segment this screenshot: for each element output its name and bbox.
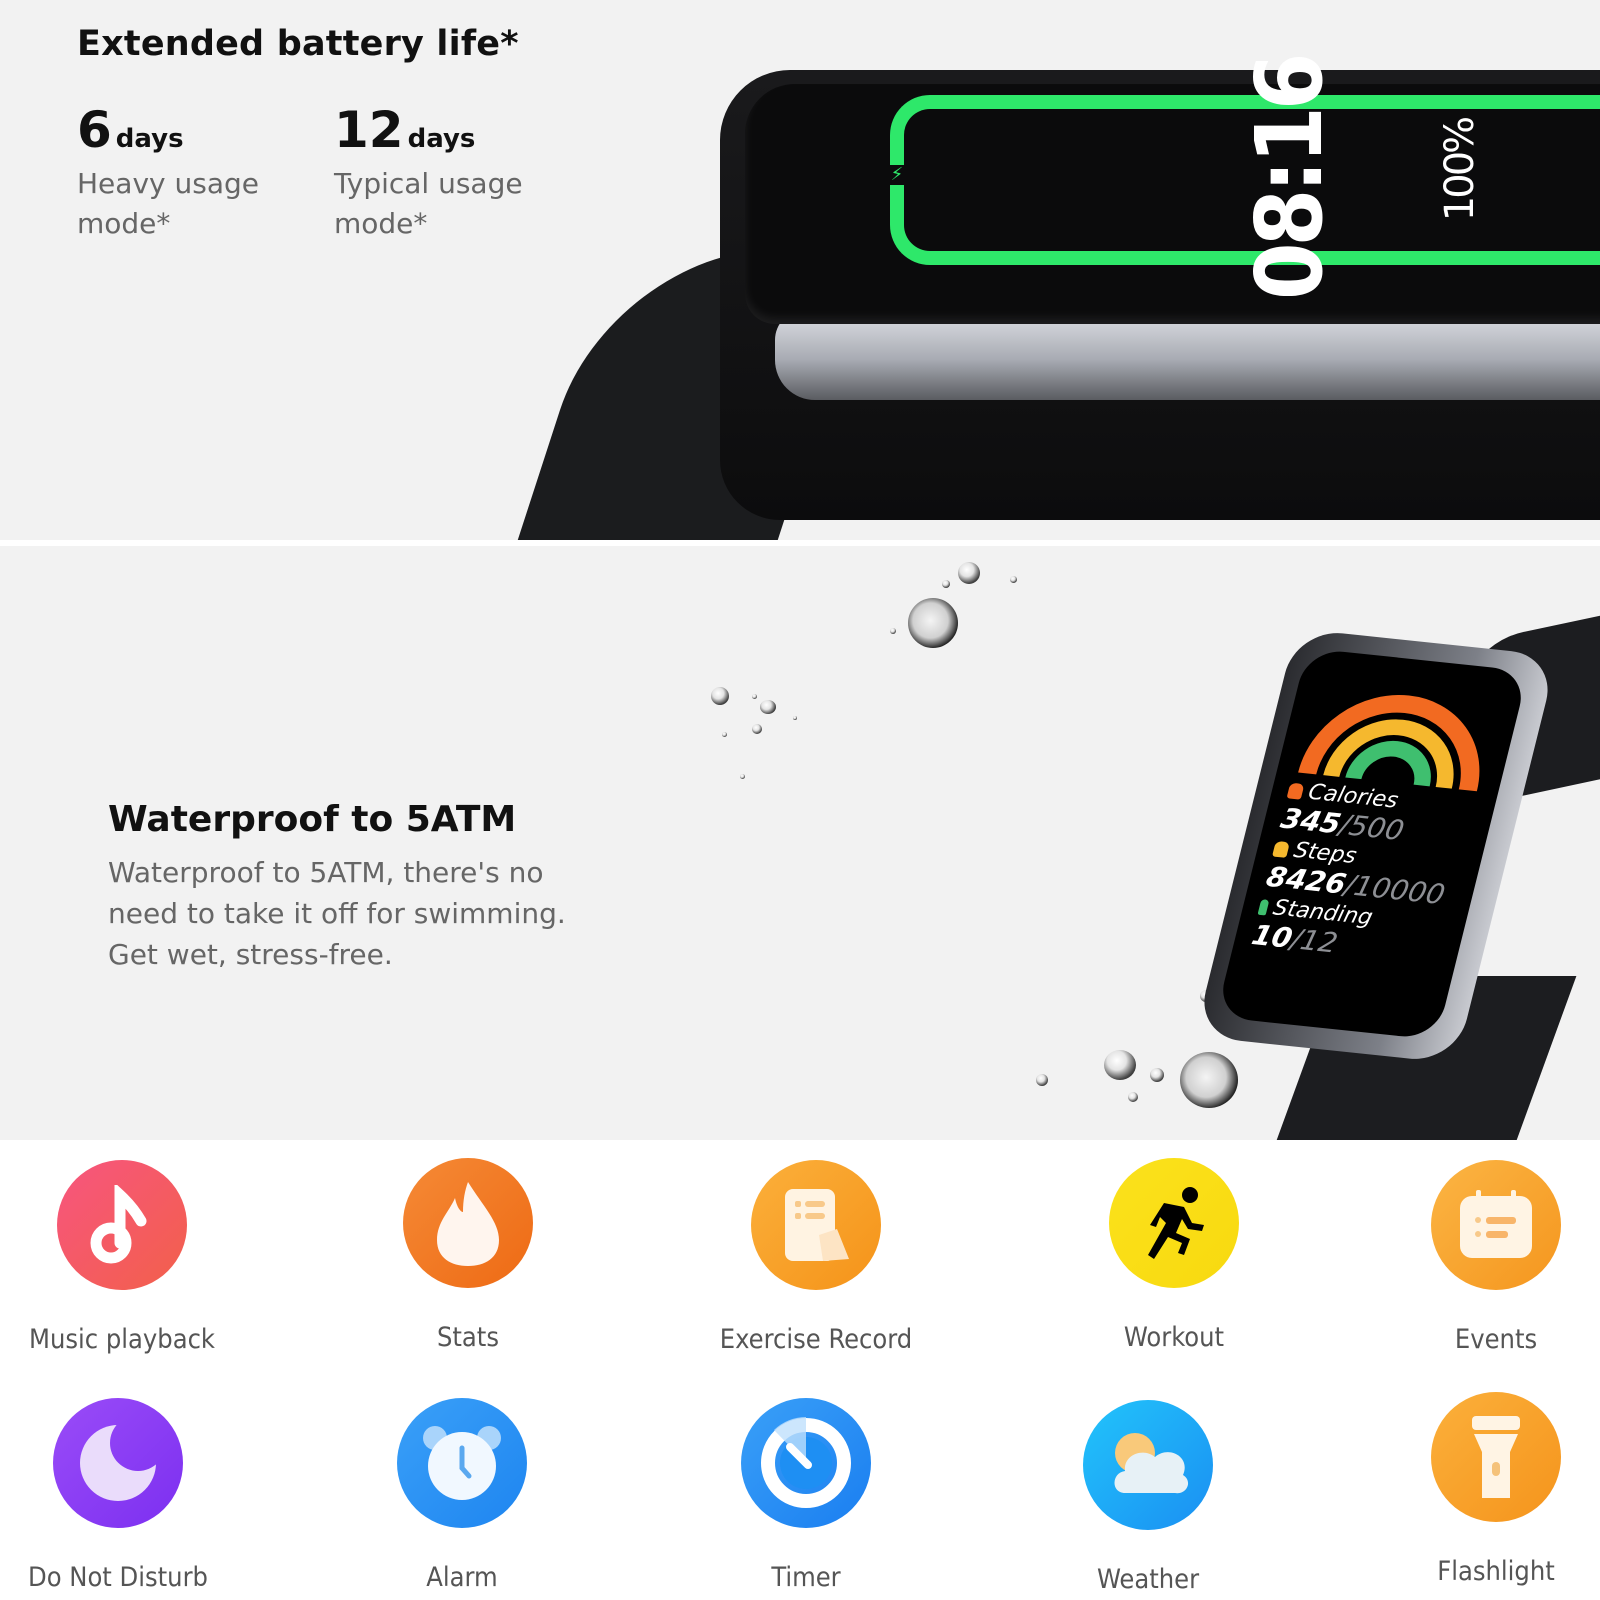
waterproof-title: Waterproof to 5ATM	[108, 799, 517, 840]
water-drop	[890, 628, 896, 634]
shoe-icon	[1272, 840, 1290, 858]
timer-icon	[741, 1398, 871, 1528]
standing-arc	[1345, 740, 1431, 787]
feature-music-playback: Music playback	[0, 1160, 272, 1355]
feature-workout: Workout	[1024, 1158, 1324, 1353]
feature-label: Alarm	[426, 1562, 498, 1593]
feature-label: Weather	[1096, 1564, 1200, 1595]
charging-bolt-icon: ⚡	[876, 165, 918, 185]
feature-events: Events	[1346, 1160, 1600, 1355]
water-drop	[760, 700, 776, 714]
music-note-icon	[57, 1160, 187, 1290]
water-drop	[722, 732, 727, 737]
waterproof-section: Waterproof to 5ATM Waterproof to 5ATM, t…	[0, 546, 1600, 1140]
battery-mode-heavy: 6 days Heavy usage mode*	[77, 102, 297, 244]
feature-weather: Weather	[998, 1400, 1298, 1595]
running-person-icon	[1109, 1158, 1239, 1288]
feature-label: Flashlight	[1437, 1556, 1555, 1587]
water-drop	[1036, 1074, 1048, 1086]
feature-label: Stats	[436, 1322, 499, 1353]
water-drop	[942, 580, 950, 588]
feature-alarm: Alarm	[312, 1398, 612, 1593]
feature-exercise-record: Exercise Record	[666, 1160, 966, 1355]
feature-stats: Stats	[318, 1158, 618, 1353]
flame-icon	[403, 1158, 533, 1288]
feature-label: Workout	[1123, 1322, 1225, 1353]
standing-person-icon	[1257, 899, 1270, 916]
features-section: Music playback Stats Exercise Record Wor…	[0, 1140, 1600, 1600]
feature-flashlight: Flashlight	[1346, 1392, 1600, 1587]
water-drop	[1104, 1050, 1136, 1080]
battery-days-unit: days	[115, 124, 184, 154]
activity-rings	[1298, 695, 1480, 792]
water-drop	[1010, 576, 1017, 583]
calendar-icon	[1431, 1160, 1561, 1290]
watch-time: 08:16	[1236, 56, 1343, 300]
battery-days-value: 6	[77, 101, 112, 159]
battery-days-unit: days	[407, 124, 476, 154]
feature-label: Do Not Disturb	[28, 1562, 208, 1593]
battery-days-value: 12	[334, 101, 404, 159]
feature-label: Timer	[771, 1562, 841, 1593]
battery-mode-typical: 12 days Typical usage mode*	[334, 102, 554, 244]
battery-section: Extended battery life* 6 days Heavy usage…	[0, 0, 1600, 540]
battery-title: Extended battery life*	[77, 24, 519, 64]
flashlight-icon	[1431, 1392, 1561, 1522]
cloud-sun-icon	[1083, 1400, 1213, 1530]
feature-label: Music playback	[29, 1324, 215, 1355]
water-drop	[1180, 1052, 1238, 1108]
flame-icon	[1286, 782, 1305, 800]
feature-timer: Timer	[656, 1398, 956, 1593]
clipboard-record-icon	[751, 1160, 881, 1290]
stat-goal: /12	[1287, 922, 1341, 960]
stat-goal: /500	[1336, 808, 1408, 847]
watch-charge-percent: 100%	[1437, 118, 1483, 222]
waterproof-description: Waterproof to 5ATM, there's no need to t…	[108, 856, 566, 971]
feature-do-not-disturb: Do Not Disturb	[0, 1398, 268, 1593]
water-drop	[1150, 1068, 1164, 1082]
water-drop	[711, 687, 729, 705]
feature-label: Events	[1454, 1324, 1538, 1355]
battery-mode-desc: Heavy usage mode*	[77, 167, 259, 240]
water-drop	[740, 774, 745, 779]
stat-value: 8426	[1263, 860, 1350, 901]
water-drop	[793, 716, 797, 720]
stat-value: 345	[1277, 802, 1345, 841]
water-drop	[958, 562, 980, 584]
feature-label: Exercise Record	[719, 1324, 913, 1355]
water-drop	[1128, 1092, 1138, 1102]
battery-mode-desc: Typical usage mode*	[334, 167, 523, 240]
activity-stats: Calories 345/500 Steps 8426/10000 Standi…	[1248, 778, 1492, 974]
water-drop	[752, 694, 757, 699]
water-drop	[752, 724, 762, 734]
alarm-clock-icon	[397, 1398, 527, 1528]
moon-icon	[53, 1398, 183, 1528]
water-drop	[908, 598, 958, 648]
